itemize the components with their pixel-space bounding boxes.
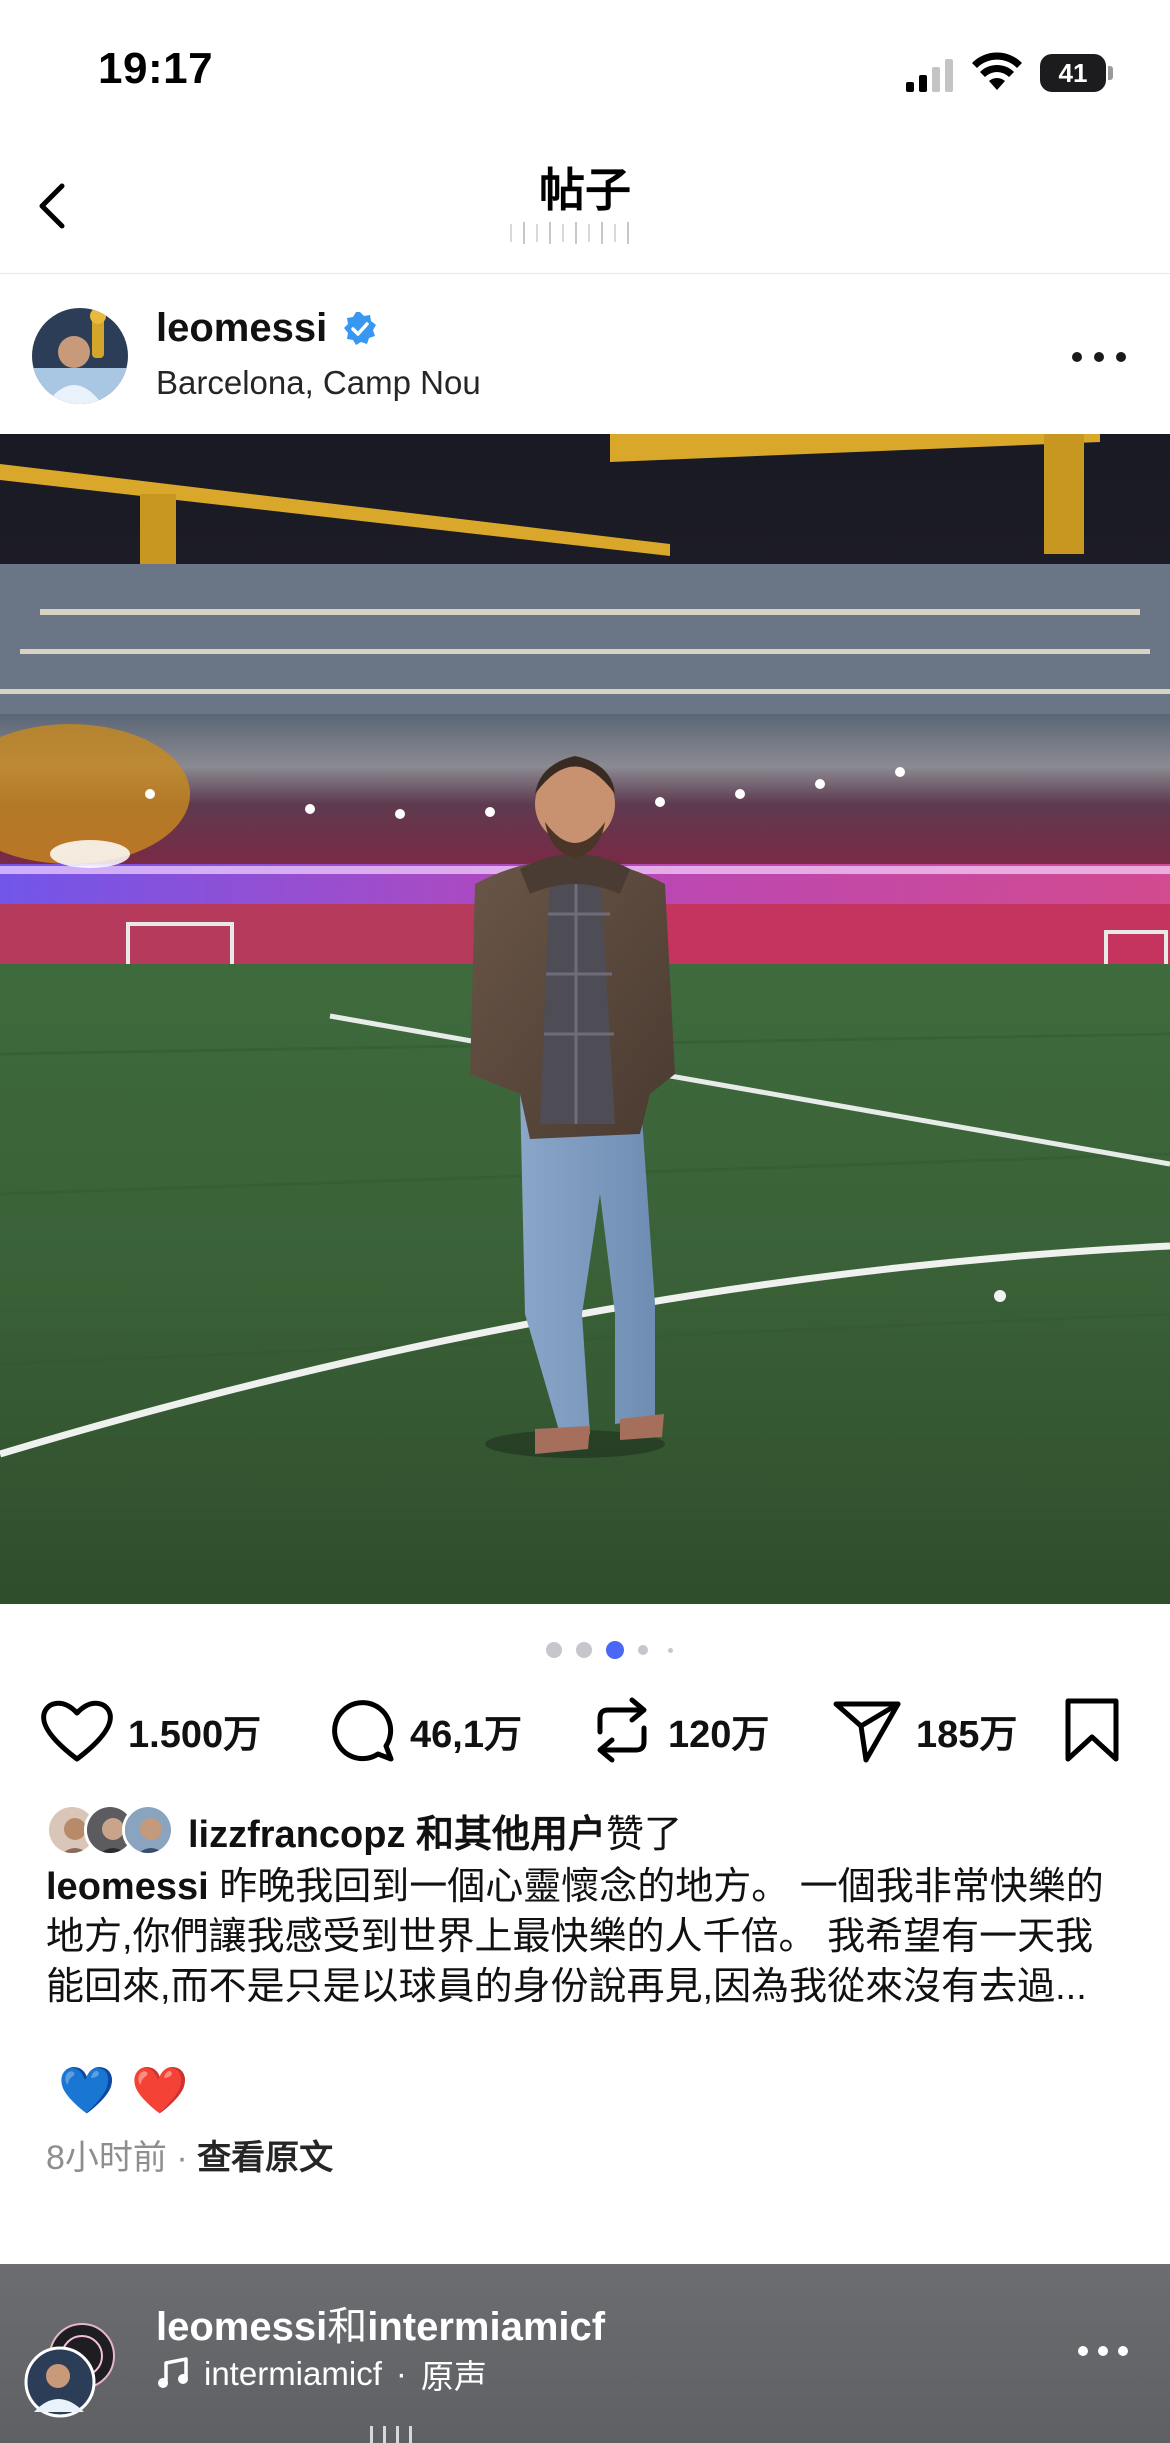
carousel-dot (668, 1648, 673, 1653)
post-actions: 1.500万 46,1万 120万 185万 (0, 1690, 1170, 1770)
liker-username[interactable]: lizzfrancopz (188, 1814, 405, 1856)
post-caption: leomessi 昨晚我回到一個心靈懷念的地方。 一個我非常快樂的地方,你們讓我… (46, 1862, 1126, 2012)
page-title: 帖子 (539, 164, 631, 216)
bookmark-icon (1065, 1698, 1119, 1762)
nav-header: 帖子 (0, 140, 1170, 274)
more-options-button[interactable] (1078, 2344, 1130, 2358)
signal-icon (906, 59, 953, 92)
next-post-user2[interactable]: intermiamicf (367, 2305, 605, 2349)
like-count: 1.500万 (128, 1713, 262, 1756)
wifi-icon (972, 52, 1022, 90)
comment-count: 46,1万 (410, 1713, 522, 1756)
post-photo[interactable] (0, 434, 1170, 1604)
header-subtitle-placeholder (510, 220, 660, 246)
comment-button[interactable]: 46,1万 (328, 1696, 522, 1764)
battery-icon: 41 (1040, 54, 1114, 92)
status-bar: 19:17 41 (0, 0, 1170, 140)
liker-avatars (46, 1800, 186, 1860)
next-post-preview[interactable]: leomessi和intermiamicf intermiamicf · 原声 (0, 2264, 1170, 2443)
post-username[interactable]: leomessi (156, 306, 327, 351)
repost-icon (597, 1697, 647, 1763)
next-post-users: leomessi和intermiamicf (156, 2294, 605, 2352)
share-icon (833, 1701, 901, 1763)
avatar-image (32, 308, 128, 404)
heart-icon (41, 1700, 113, 1762)
carousel-dot (546, 1642, 562, 1658)
liked-by-others[interactable]: 和其他用户 (416, 1814, 606, 1856)
post-header: leomessi Barcelona, Camp Nou (0, 290, 1170, 430)
carousel-dot-active (606, 1641, 624, 1659)
liked-by-verb: 赞了 (606, 1813, 683, 1856)
share-button[interactable]: 185万 (832, 1696, 1017, 1764)
post-location[interactable]: Barcelona, Camp Nou (156, 364, 481, 402)
red-heart-emoji: ❤️ (131, 2064, 189, 2116)
avatar[interactable] (22, 2320, 120, 2418)
status-time: 19:17 (98, 44, 214, 93)
carousel-indicator (546, 1640, 686, 1660)
audio-type: 原声 (420, 2358, 487, 2395)
verified-icon (344, 311, 377, 345)
next-post-caption-hint (370, 2426, 450, 2443)
liked-by[interactable]: lizzfrancopz 和其他用户赞了 (46, 1800, 682, 1860)
post-meta: 8小时前 · 查看原文 (46, 2130, 333, 2179)
next-post-user1[interactable]: leomessi (156, 2305, 327, 2349)
comment-icon (332, 1700, 394, 1762)
avatar (122, 1804, 174, 1856)
share-count: 185万 (916, 1713, 1018, 1756)
bookmark-button[interactable] (1062, 1696, 1122, 1764)
liked-by-text: lizzfrancopz 和其他用户赞了 (188, 1803, 682, 1858)
like-button[interactable]: 1.500万 (40, 1696, 261, 1764)
more-options-button[interactable] (1072, 346, 1128, 366)
repost-button[interactable]: 120万 (590, 1696, 769, 1764)
meta-separator: · (176, 2139, 188, 2177)
avatar[interactable] (32, 308, 128, 404)
blue-heart-emoji: 💙 (58, 2064, 116, 2116)
repost-count: 120万 (668, 1713, 770, 1756)
audio-label[interactable]: intermiamicf · 原声 (156, 2350, 487, 2398)
audio-separator: · (395, 2355, 407, 2392)
carousel-dot (638, 1645, 648, 1655)
view-original-button[interactable]: 查看原文 (197, 2139, 333, 2177)
music-icon (158, 2357, 188, 2388)
next-post-conj: 和 (327, 2305, 368, 2349)
carousel-dot (576, 1642, 592, 1658)
audio-user: intermiamicf (204, 2355, 382, 2392)
post-timestamp: 8小时前 (46, 2139, 167, 2177)
caption-author[interactable]: leomessi (46, 1866, 209, 1908)
battery-level: 41 (1040, 54, 1106, 92)
caption-emojis: 💙 ❤️ (58, 2062, 189, 2118)
stadium-photo (0, 434, 1170, 1604)
